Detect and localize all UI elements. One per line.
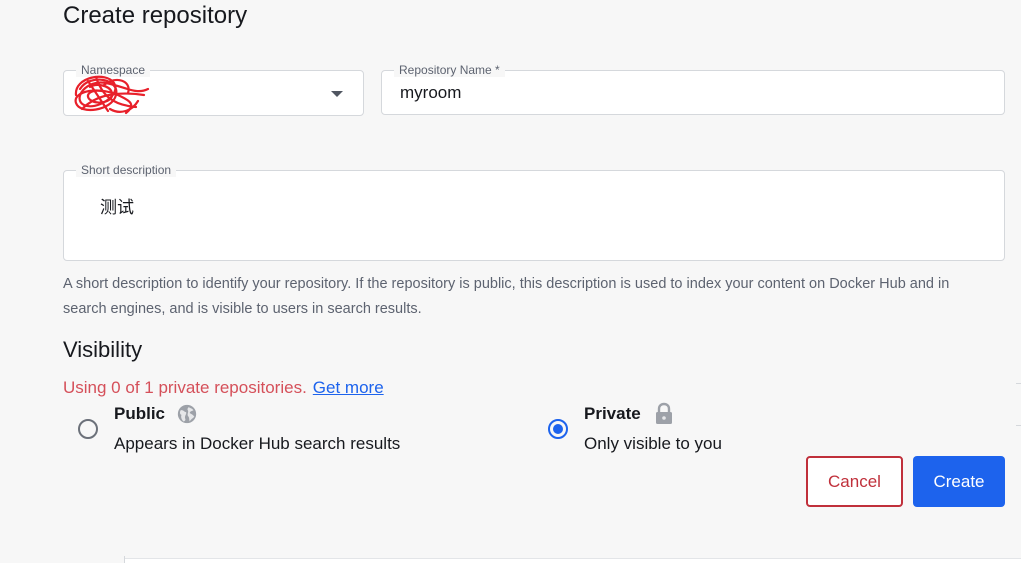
page-title: Create repository bbox=[63, 2, 248, 29]
repository-name-label: Repository Name * bbox=[394, 63, 505, 77]
private-label: Private bbox=[584, 404, 641, 423]
usage-text: Using 0 of 1 private repositories. bbox=[63, 378, 307, 397]
visibility-option-private[interactable]: Private Only visible to you bbox=[542, 400, 842, 460]
divider bbox=[1016, 383, 1021, 384]
globe-icon bbox=[177, 404, 197, 424]
visibility-title: Visibility bbox=[63, 337, 143, 362]
cancel-button[interactable]: Cancel bbox=[806, 456, 903, 507]
short-description-input[interactable]: 测试 bbox=[100, 193, 134, 218]
create-button[interactable]: Create bbox=[913, 456, 1005, 507]
divider bbox=[1016, 425, 1021, 426]
private-repo-usage: Using 0 of 1 private repositories. Get mo… bbox=[63, 378, 384, 398]
footer-edge bbox=[125, 558, 1021, 563]
create-repository-page: Create repository Namespace Repository N… bbox=[0, 0, 1021, 563]
redaction-scribble bbox=[74, 75, 150, 115]
public-description: Appears in Docker Hub search results bbox=[114, 434, 401, 453]
chevron-down-icon[interactable] bbox=[331, 91, 343, 97]
get-more-link[interactable]: Get more bbox=[313, 378, 384, 397]
public-label: Public bbox=[114, 404, 166, 423]
lock-icon bbox=[656, 402, 672, 424]
repository-name-input[interactable]: myroom bbox=[400, 83, 461, 103]
private-radio[interactable] bbox=[548, 419, 568, 439]
short-description-field[interactable]: Short description 测试 bbox=[63, 163, 1005, 261]
namespace-select[interactable]: Namespace bbox=[63, 63, 364, 116]
visibility-option-public[interactable]: Public Appears in Docker Hub search resu… bbox=[72, 400, 452, 460]
private-description: Only visible to you bbox=[584, 434, 722, 453]
public-radio[interactable] bbox=[78, 419, 98, 439]
repository-name-field[interactable]: Repository Name * myroom bbox=[381, 63, 1005, 115]
short-description-label: Short description bbox=[76, 163, 177, 177]
short-description-helper: A short description to identify your rep… bbox=[63, 276, 950, 317]
